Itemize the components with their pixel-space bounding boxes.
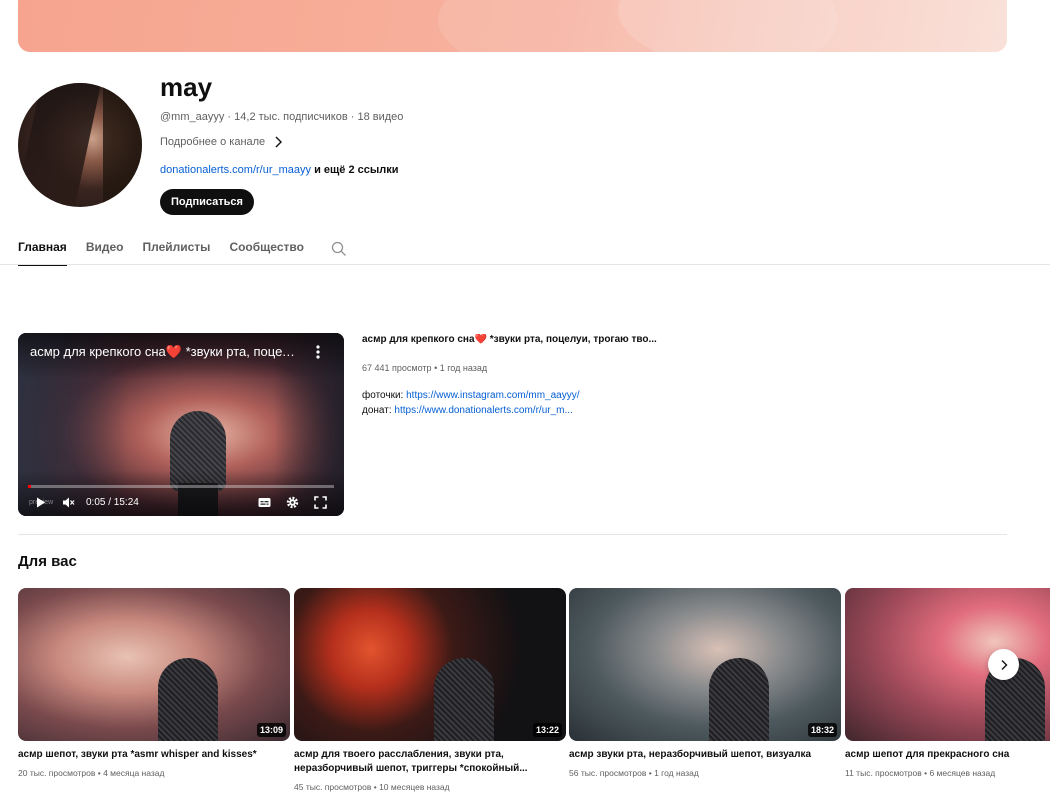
- video-thumbnail[interactable]: 18:32: [569, 588, 841, 741]
- featured-video-meta: 67 441 просмотр • 1 год назад: [362, 363, 487, 373]
- upload-age: 1 год назад: [439, 363, 488, 373]
- view-count: 20 тыс. просмотров: [18, 768, 96, 778]
- about-channel-link[interactable]: Подробнее о канале: [160, 136, 283, 148]
- video-title[interactable]: асмр шепот, звуки рта *asmr whisper and …: [18, 748, 290, 762]
- more-links-button[interactable]: и ещё 2 ссылки: [314, 164, 398, 176]
- tab-home[interactable]: Главная: [18, 234, 67, 266]
- video-title[interactable]: асмр для твоего расслабления, звуки рта,…: [294, 748, 566, 776]
- settings-button[interactable]: [286, 495, 299, 509]
- fullscreen-icon: [314, 495, 327, 509]
- progress-bar[interactable]: [28, 485, 334, 488]
- upload-age: 1 год назад: [654, 768, 699, 778]
- video-card[interactable]: 13:22 асмр для твоего расслабления, звук…: [294, 588, 566, 792]
- subscriber-count: 14,2 тыс. подписчиков: [234, 111, 348, 123]
- description-line: донат: https://www.donationalerts.com/r/…: [362, 403, 580, 418]
- mute-icon: [63, 497, 75, 507]
- mute-button[interactable]: [62, 495, 75, 509]
- video-thumbnail[interactable]: [845, 588, 1050, 741]
- video-duration: 13:22: [532, 723, 562, 737]
- avatar-shade: [18, 83, 102, 207]
- section-title-for-you: Для вас: [18, 553, 77, 570]
- chevron-right-icon: [275, 136, 283, 148]
- search-icon[interactable]: [331, 241, 347, 257]
- subtitles-button[interactable]: [258, 495, 271, 509]
- view-count: 45 тыс. просмотров: [294, 782, 372, 792]
- player-title[interactable]: асмр для крепкого сна❤️ *звуки рта, поце…: [30, 344, 300, 360]
- microphone-image: [434, 658, 494, 741]
- featured-video-title[interactable]: асмр для крепкого сна❤️ *звуки рта, поце…: [362, 334, 682, 345]
- channel-handle: @mm_aayyy: [160, 111, 225, 123]
- channel-banner: [18, 0, 1007, 52]
- video-thumbnail[interactable]: 13:09: [18, 588, 290, 741]
- subtitles-icon: [258, 497, 271, 507]
- microphone-image: [709, 658, 769, 741]
- fullscreen-button[interactable]: [314, 495, 327, 509]
- description-label: донат:: [362, 405, 392, 416]
- upload-age: 6 месяцев назад: [929, 768, 996, 778]
- video-duration: 18:32: [807, 723, 837, 737]
- channel-links: donationalerts.com/r/ur_maayy и ещё 2 сс…: [160, 164, 399, 176]
- more-vert-icon[interactable]: [312, 344, 324, 360]
- microphone-image: [158, 658, 218, 741]
- instagram-link[interactable]: https://www.instagram.com/mm_aayyy/: [406, 390, 579, 401]
- channel-meta: @mm_aayyy · 14,2 тыс. подписчиков · 18 в…: [160, 111, 403, 123]
- featured-video-description: фоточки: https://www.instagram.com/mm_aa…: [362, 388, 580, 418]
- upload-age: 10 месяцев назад: [379, 782, 450, 792]
- section-divider: [18, 534, 1007, 535]
- channel-tabs: Главная Видео Плейлисты Сообщество: [18, 234, 347, 266]
- video-meta: 20 тыс. просмотров • 4 месяца назад: [18, 768, 290, 778]
- progress-fill: [28, 485, 32, 488]
- player-bottom-gradient: [18, 470, 344, 516]
- tab-community[interactable]: Сообщество: [229, 234, 303, 264]
- about-channel-label: Подробнее о канале: [160, 136, 266, 148]
- view-count: 11 тыс. просмотров: [845, 768, 922, 778]
- video-meta: 45 тыс. просмотров • 10 месяцев назад: [294, 782, 566, 792]
- time-display: 0:05 / 15:24: [86, 496, 139, 508]
- play-icon: [37, 497, 45, 507]
- play-button[interactable]: [34, 495, 47, 509]
- channel-avatar[interactable]: [18, 83, 142, 207]
- video-duration: 13:09: [256, 723, 286, 737]
- video-card[interactable]: асмр шепот для прекрасного сна 11 тыс. п…: [845, 588, 1050, 778]
- donation-link[interactable]: donationalerts.com/r/ur_maayy: [160, 164, 311, 176]
- featured-video-player[interactable]: асмр для крепкого сна❤️ *звуки рта, поце…: [18, 333, 344, 516]
- video-meta: 11 тыс. просмотров • 6 месяцев назад: [845, 768, 1050, 778]
- donation-description-link[interactable]: https://www.donationalerts.com/r/ur_m...: [394, 405, 572, 416]
- video-card[interactable]: 13:09 асмр шепот, звуки рта *asmr whispe…: [18, 588, 290, 778]
- chevron-right-icon: [1001, 659, 1007, 670]
- video-count: 18 видео: [357, 111, 404, 123]
- banner-decoration: [618, 0, 1007, 52]
- tab-playlists[interactable]: Плейлисты: [142, 234, 210, 264]
- avatar-shade: [103, 83, 142, 207]
- video-card[interactable]: 18:32 асмр звуки рта, неразборчивый шепо…: [569, 588, 841, 778]
- video-title[interactable]: асмр звуки рта, неразборчивый шепот, виз…: [569, 748, 841, 762]
- tabs-divider: [0, 264, 1050, 265]
- tab-videos[interactable]: Видео: [86, 234, 124, 264]
- description-line: фоточки: https://www.instagram.com/mm_aa…: [362, 388, 580, 403]
- video-thumbnail[interactable]: 13:22: [294, 588, 566, 741]
- channel-name: may: [160, 72, 213, 102]
- upload-age: 4 месяца назад: [103, 768, 165, 778]
- subscribe-button[interactable]: Подписаться: [160, 189, 254, 215]
- video-title[interactable]: асмр шепот для прекрасного сна: [845, 748, 1050, 762]
- view-count: 56 тыс. просмотров: [569, 768, 647, 778]
- description-label: фоточки:: [362, 390, 404, 401]
- view-count: 67 441 просмотр: [362, 363, 432, 373]
- gear-icon: [286, 496, 299, 508]
- video-meta: 56 тыс. просмотров • 1 год назад: [569, 768, 841, 778]
- carousel-next-button[interactable]: [988, 649, 1019, 680]
